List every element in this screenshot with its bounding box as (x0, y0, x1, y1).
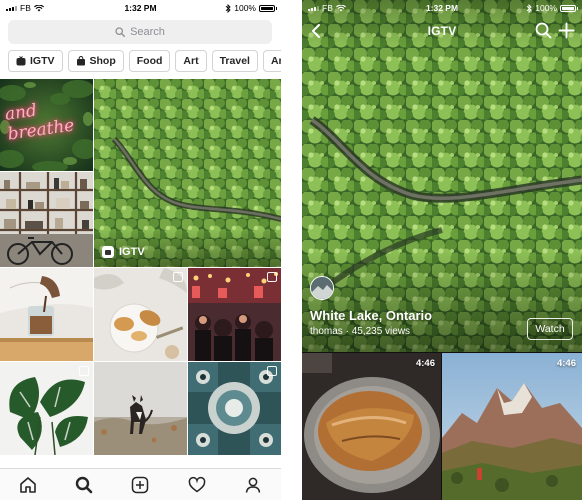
chip-travel[interactable]: Travel (211, 50, 258, 72)
battery-icon (259, 4, 277, 12)
multi-photo-icon (79, 366, 89, 376)
multi-photo-icon (173, 272, 183, 282)
grid-tile-plant[interactable] (0, 362, 93, 455)
status-bar: FB 1:32 PM 100% (0, 0, 281, 16)
breakfast-image (94, 268, 187, 361)
featured-igtv-label: IGTV (102, 246, 145, 258)
video-meta: thomas · 45,235 views (310, 326, 410, 337)
tab-activity[interactable] (187, 475, 207, 495)
monstera-image (0, 362, 93, 455)
igtv-thumbnail-bread[interactable]: 4:46 (302, 353, 441, 500)
chip-shop[interactable]: Shop (67, 50, 124, 72)
grid-tile-croissants[interactable] (94, 268, 187, 361)
forest-aerial-video (302, 0, 582, 352)
avatar-image (311, 277, 333, 299)
search-icon[interactable] (535, 22, 552, 39)
video-author[interactable]: thomas (310, 326, 343, 337)
explore-screen: FB 1:32 PM 100% Search IGTV Shop Food Ar… (0, 0, 281, 500)
battery-percent: 100% (234, 3, 256, 13)
video-title: White Lake, Ontario (310, 308, 433, 323)
profile-icon (245, 477, 261, 493)
shopping-bag-icon (76, 56, 85, 66)
bookshelf-image (0, 172, 93, 267)
igtv-thumbnail-mountains[interactable]: 4:46 (442, 353, 582, 500)
bluetooth-icon (526, 3, 532, 13)
plus-icon[interactable] (558, 22, 575, 39)
video-views: 45,235 views (351, 326, 411, 337)
igtv-icon (16, 56, 26, 66)
tab-profile[interactable] (243, 475, 263, 495)
grid-tile-featured-igtv[interactable]: IGTV (94, 79, 281, 267)
chip-igtv[interactable]: IGTV (8, 50, 63, 72)
grid-tile-coffee[interactable] (0, 268, 93, 361)
search-input[interactable]: Search (8, 20, 272, 44)
chip-label: Food (136, 55, 163, 67)
heart-icon (188, 476, 206, 492)
bluetooth-icon (225, 3, 231, 13)
tab-search[interactable] (74, 475, 94, 495)
chip-label: Ar (270, 55, 281, 67)
grid-tile-dog[interactable] (94, 362, 187, 455)
explore-grid: and breathe IGTV (0, 79, 281, 469)
grid-tile-neon[interactable]: and breathe (0, 79, 93, 171)
forest-aerial-image (94, 79, 281, 267)
market-street-image (188, 268, 281, 361)
grid-tile-ceiling[interactable] (188, 362, 281, 455)
camera-icon (267, 272, 277, 282)
avatar[interactable] (310, 276, 334, 300)
search-icon (115, 27, 126, 37)
camera-icon (267, 366, 277, 376)
new-post-icon (132, 476, 149, 493)
chip-label: Art (183, 55, 199, 67)
ornate-ceiling-image (188, 362, 281, 455)
grid-tile-shelves[interactable] (0, 172, 93, 267)
watch-button[interactable]: Watch (527, 318, 573, 340)
igtv-header: IGTV (302, 20, 582, 44)
chip-label: IGTV (30, 55, 55, 67)
topic-chips: IGTV Shop Food Art Travel Ar (8, 50, 281, 72)
search-icon (76, 476, 93, 493)
bottom-tab-bar (0, 468, 281, 500)
home-icon (20, 476, 36, 493)
tab-home[interactable] (18, 475, 38, 495)
chip-architecture[interactable]: Ar (262, 50, 281, 72)
battery-icon (560, 4, 578, 12)
bread-image (302, 353, 441, 500)
chip-art[interactable]: Art (175, 50, 207, 72)
igtv-screen: FB 1:32 PM 100% IGTV White Lake, Ontario… (302, 0, 582, 500)
igtv-featured-video[interactable]: FB 1:32 PM 100% IGTV White Lake, Ontario… (302, 0, 582, 352)
featured-igtv-text: IGTV (119, 246, 145, 258)
tab-new-post[interactable] (130, 475, 150, 495)
grid-tile-market[interactable] (188, 268, 281, 361)
chip-food[interactable]: Food (128, 50, 171, 72)
video-duration: 4:46 (415, 358, 435, 369)
chip-label: Shop (89, 55, 116, 67)
igtv-icon (102, 246, 114, 258)
chip-label: Travel (219, 55, 250, 67)
video-duration: 4:46 (556, 358, 576, 369)
coffee-image (0, 268, 93, 361)
search-placeholder: Search (130, 26, 165, 38)
battery-percent: 100% (535, 3, 557, 13)
mountain-image (442, 353, 582, 500)
dog-image (94, 362, 187, 455)
status-bar: FB 1:32 PM 100% (302, 0, 582, 16)
